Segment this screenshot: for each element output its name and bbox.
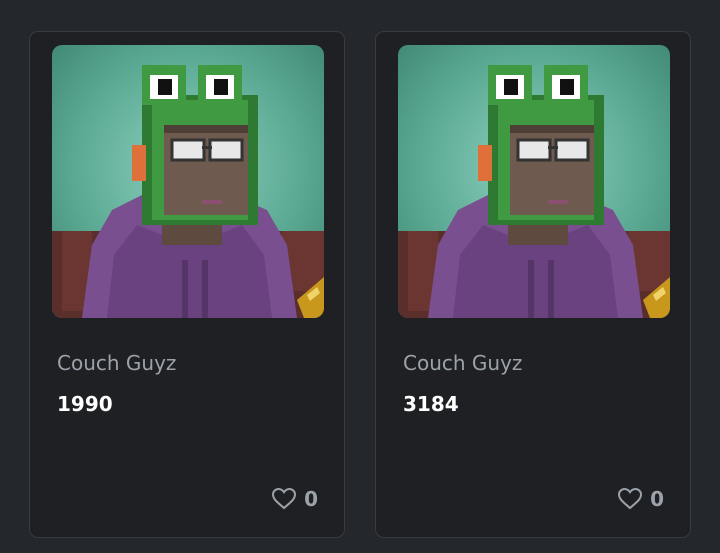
heart-icon (272, 488, 297, 510)
token-id: 1990 (57, 392, 113, 416)
collection-name: Couch Guyz (57, 351, 177, 375)
nft-card[interactable]: Couch Guyz 1990 0 (29, 31, 345, 538)
like-button[interactable]: 0 (272, 487, 318, 511)
like-count: 0 (650, 487, 664, 511)
nft-card[interactable]: Couch Guyz 3184 0 (375, 31, 691, 538)
nft-grid: Couch Guyz 1990 0 Couch Guyz 3184 0 (0, 0, 720, 553)
collection-name: Couch Guyz (403, 351, 523, 375)
like-count: 0 (304, 487, 318, 511)
nft-image[interactable] (52, 45, 324, 318)
heart-icon (618, 488, 643, 510)
pixel-frog-hood-guy-icon (398, 45, 670, 318)
pixel-frog-hood-guy-icon (52, 45, 324, 318)
nft-image[interactable] (398, 45, 670, 318)
token-id: 3184 (403, 392, 459, 416)
like-button[interactable]: 0 (618, 487, 664, 511)
